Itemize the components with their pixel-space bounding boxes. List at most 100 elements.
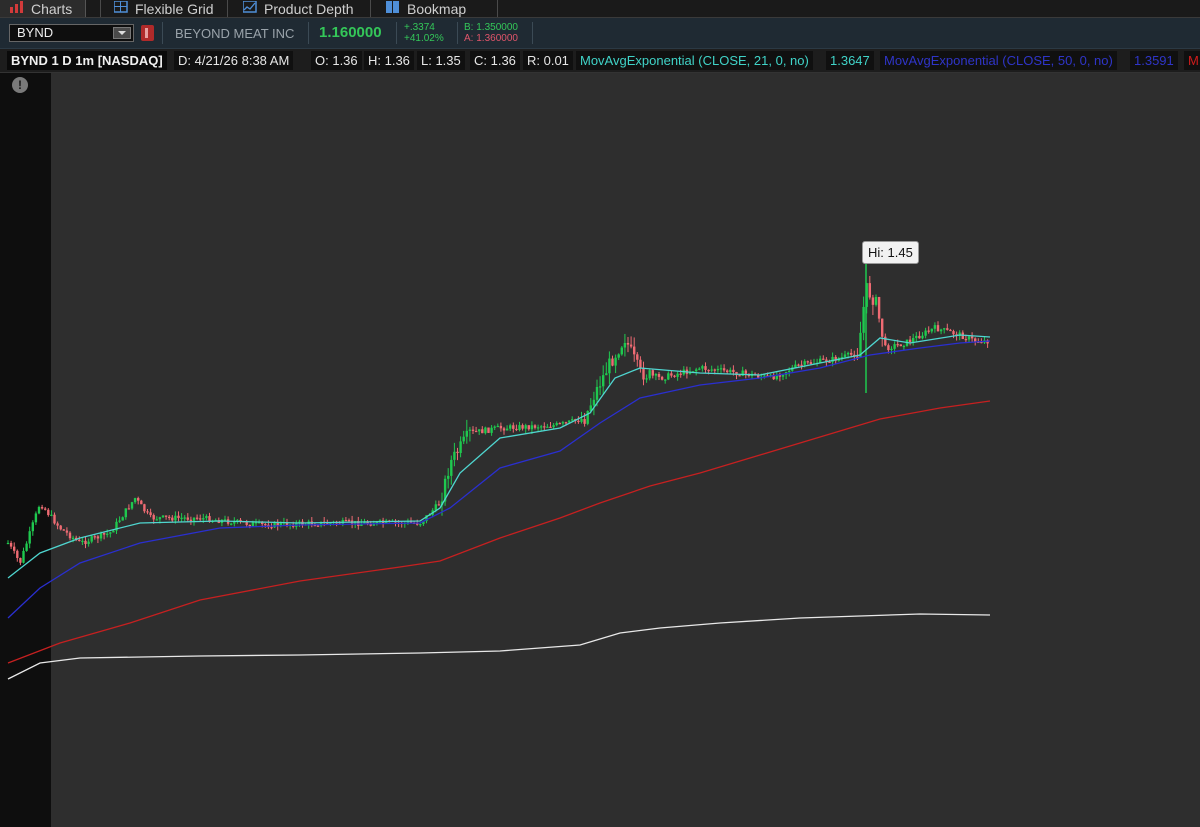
candle-body — [800, 364, 803, 366]
chevron-down-icon[interactable] — [113, 27, 131, 39]
candle-body — [633, 346, 636, 355]
ask-price: A: 1.360000 — [464, 33, 518, 44]
candle-body — [13, 546, 16, 551]
candle-body — [555, 423, 558, 426]
candle-body — [9, 542, 13, 547]
high-price-bubble: Hi: 1.45 — [862, 241, 919, 264]
candle-body — [155, 519, 158, 521]
candle-body — [264, 524, 267, 526]
depth-icon — [242, 0, 257, 13]
candle-body — [636, 354, 639, 360]
price-chart[interactable] — [0, 73, 1200, 827]
candle-body — [623, 342, 627, 348]
change-value: +.3374 — [404, 22, 435, 33]
candle-body — [133, 498, 137, 503]
candle-body — [468, 429, 472, 431]
candle-body — [890, 348, 893, 351]
candle-body — [130, 502, 134, 509]
tab-charts[interactable]: Charts — [0, 0, 86, 17]
candle-body — [908, 339, 912, 343]
candle-body — [651, 370, 654, 376]
candle-body — [788, 370, 791, 373]
candle-body — [161, 515, 165, 518]
candle-body — [99, 533, 103, 539]
candle-body — [716, 368, 720, 371]
candle-body — [344, 520, 348, 522]
candle-body — [540, 426, 543, 428]
study-ema50-value: 1.3591 — [1130, 51, 1178, 70]
candle-body — [90, 536, 93, 542]
window-tab-bar: Charts Flexible Grid Product Depth Bookm… — [0, 0, 1200, 18]
chart-canvas[interactable] — [0, 73, 1200, 827]
candle-body — [177, 515, 180, 518]
candle-body — [447, 475, 450, 479]
candle-body — [533, 425, 537, 428]
study-ema50-label[interactable]: MovAvgExponential (CLOSE, 50, 0, no) — [880, 51, 1117, 70]
candle-body — [893, 344, 896, 349]
candle-body — [803, 361, 806, 365]
candle-body — [667, 373, 670, 380]
candle-body — [974, 338, 977, 342]
candle-body — [512, 425, 515, 429]
tab-product-depth[interactable]: Product Depth — [242, 0, 354, 17]
candle-body — [660, 376, 664, 380]
chart-symbol-description[interactable]: BYND 1 D 1m [NASDAQ] — [7, 51, 167, 70]
candle-body — [465, 430, 468, 437]
candle-body — [65, 530, 69, 533]
candle-body — [732, 369, 735, 372]
candle-body — [6, 542, 10, 545]
candle-body — [952, 331, 955, 335]
candle-body — [490, 427, 493, 433]
candle-body — [719, 368, 723, 370]
company-name: BEYOND MEAT INC — [175, 26, 295, 41]
candle-body — [106, 533, 109, 535]
candle-body — [524, 425, 527, 429]
tab-label: Product Depth — [264, 0, 354, 17]
candle-body — [462, 436, 465, 442]
candle-body — [47, 509, 50, 516]
symbol-input[interactable]: BYND — [9, 24, 134, 42]
candle-body — [527, 425, 530, 430]
candle-body — [936, 325, 940, 332]
bar-close: C: 1.36 — [470, 51, 520, 70]
study-more-label[interactable]: M — [1184, 51, 1200, 70]
premarket-shading — [0, 73, 51, 827]
candle-body — [180, 517, 183, 519]
candle-body — [87, 541, 90, 544]
candle-body — [561, 422, 565, 424]
candle-body — [620, 347, 623, 355]
grid-icon — [113, 0, 128, 13]
candle-body — [109, 532, 112, 534]
tab-divider — [370, 0, 371, 17]
bar-chart-icon — [10, 0, 24, 13]
candle-body — [84, 540, 87, 544]
candle-body — [68, 532, 72, 539]
study-ema21-label[interactable]: MovAvgExponential (CLOSE, 21, 0, no) — [576, 51, 813, 70]
divider — [396, 22, 397, 44]
alert-icon[interactable]: ! — [12, 77, 28, 93]
candle-body — [899, 344, 902, 347]
candle-body — [877, 296, 881, 319]
tab-divider — [497, 0, 498, 17]
symbol-link-button[interactable] — [141, 25, 154, 41]
candle-body — [896, 344, 899, 346]
candle-body — [884, 336, 887, 346]
candle-body — [127, 508, 131, 510]
candle-body — [549, 426, 552, 428]
study-ema21-value: 1.3647 — [826, 51, 874, 70]
candle-body — [149, 512, 152, 516]
candle-body — [722, 368, 726, 371]
candle-body — [171, 517, 174, 521]
change-percent: +41.02% — [404, 33, 444, 44]
candle-body — [617, 354, 620, 358]
candle-body — [81, 540, 84, 543]
tab-flexible-grid[interactable]: Flexible Grid — [113, 0, 214, 17]
candle-body — [946, 328, 949, 330]
candle-body — [195, 517, 199, 519]
tab-bookmap[interactable]: Bookmap — [386, 0, 466, 17]
candle-body — [862, 306, 865, 333]
bar-open: O: 1.36 — [311, 51, 362, 70]
ema50-line — [7, 340, 991, 619]
candle-body — [56, 523, 59, 526]
divider — [308, 22, 309, 44]
